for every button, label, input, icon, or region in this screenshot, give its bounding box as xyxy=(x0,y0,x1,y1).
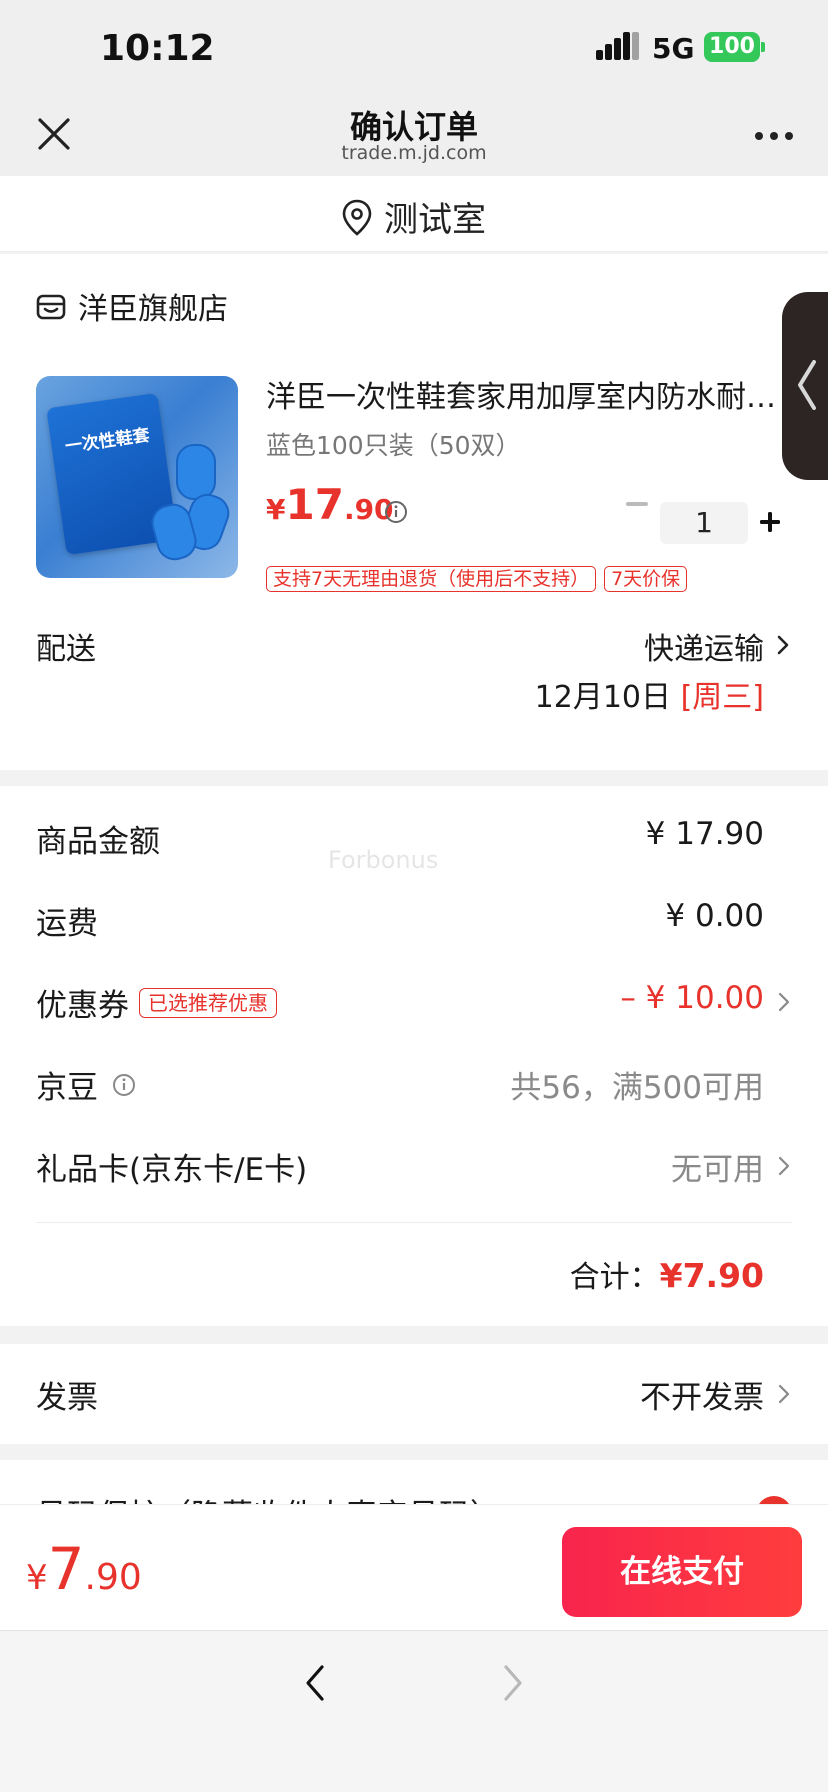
giftcard-label[interactable]: 礼品卡(京东卡/E卡) xyxy=(36,1144,307,1189)
product-title[interactable]: 洋臣一次性鞋套家用加厚室内防水耐… xyxy=(266,372,782,416)
coupon-row[interactable]: 优惠券 已选推荐优惠 xyxy=(36,980,277,1025)
more-icon[interactable] xyxy=(754,130,794,142)
divider xyxy=(36,1222,792,1223)
product-thumbnail[interactable]: 一次性鞋套 xyxy=(36,376,238,578)
watermark: Forbonus xyxy=(328,846,439,874)
back-arrow-icon[interactable] xyxy=(304,1663,326,1703)
page-domain: trade.m.jd.com xyxy=(341,142,487,164)
price-symbol: ¥ xyxy=(266,493,286,526)
store-name: 洋臣旗舰店 xyxy=(78,292,228,327)
info-icon[interactable] xyxy=(112,1073,136,1097)
beans-value: 共56，满500可用 xyxy=(510,1070,764,1106)
decrease-quantity-button[interactable] xyxy=(626,502,648,506)
location-pin-icon xyxy=(342,199,372,236)
delivery-date: 12月10日 [周三] xyxy=(535,672,764,716)
price-integer: 17 xyxy=(285,480,344,529)
coupon-label: 优惠券 xyxy=(36,988,129,1024)
chevron-right-icon[interactable] xyxy=(778,1384,790,1404)
shipping-label: 运费 xyxy=(36,906,98,942)
invoice-value[interactable]: 不开发票 xyxy=(640,1372,764,1417)
signal-icon xyxy=(596,32,639,60)
status-bar: 10:12 5G 100 xyxy=(0,0,828,100)
browser-toolbar xyxy=(0,1630,828,1792)
battery-icon: 100 xyxy=(704,32,760,62)
quantity-field[interactable]: 1 xyxy=(660,502,748,544)
chevron-right-icon[interactable] xyxy=(778,1156,790,1176)
delivery-label: 配送 xyxy=(36,632,96,667)
forward-arrow-icon[interactable] xyxy=(502,1663,524,1703)
price-protect-tag: 7天价保 xyxy=(604,566,688,592)
checkout-bar: ¥7.90 在线支付 xyxy=(0,1504,828,1630)
service-tags: 支持7天无理由退货（使用后不支持） 7天价保 xyxy=(266,566,688,592)
return-policy-tag: 支持7天无理由退货（使用后不支持） xyxy=(266,566,597,592)
top-nav: 确认订单 trade.m.jd.com xyxy=(0,100,828,176)
chevron-right-icon[interactable] xyxy=(778,992,790,1012)
invoice-row[interactable]: 发票 不开发票 xyxy=(0,1344,828,1444)
pay-symbol: ¥ xyxy=(26,1558,48,1598)
price-summary-card: Forbonus 商品金额 ¥ 17.90 运费 ¥ 0.00 优惠券 已选推荐… xyxy=(0,786,828,1326)
delivery-weekday: [周三] xyxy=(680,680,764,715)
order-total: 合计：¥7.90 xyxy=(570,1252,764,1296)
delivery-method[interactable]: 快递运输 xyxy=(644,624,764,668)
pay-decimal: .90 xyxy=(84,1557,142,1598)
beans-row: 京豆 xyxy=(36,1062,136,1107)
address-bar[interactable]: 测试室 xyxy=(0,176,828,252)
chevron-left-icon xyxy=(798,360,816,410)
total-amount: ¥7.90 xyxy=(659,1256,764,1295)
product-spec: 蓝色100只装（50双） xyxy=(266,431,521,460)
address-name: 测试室 xyxy=(384,200,486,240)
giftcard-value[interactable]: 无可用 xyxy=(671,1144,764,1189)
invoice-label: 发票 xyxy=(36,1380,98,1416)
coupon-value[interactable]: – ¥ 10.00 xyxy=(620,980,764,1016)
network-label: 5G xyxy=(652,32,695,65)
beans-label: 京豆 xyxy=(36,1070,98,1106)
side-drawer-tab[interactable] xyxy=(782,292,828,480)
status-time: 10:12 xyxy=(100,28,215,69)
pay-online-button[interactable]: 在线支付 xyxy=(562,1527,802,1617)
store-icon xyxy=(36,294,66,320)
thumb-text: 一次性鞋套 xyxy=(63,425,151,458)
info-icon[interactable] xyxy=(384,500,408,524)
store-header[interactable]: 洋臣旗舰店 xyxy=(36,286,228,327)
address-inner: 测试室 xyxy=(0,192,828,241)
increase-quantity-button[interactable] xyxy=(760,512,780,532)
battery-nub xyxy=(761,42,765,52)
store-card: 洋臣旗舰店 一次性鞋套 洋臣一次性鞋套家用加厚室内防水耐… 蓝色100只装（50… xyxy=(0,254,828,770)
pay-integer: 7 xyxy=(47,1535,85,1603)
items-amount-value: ¥ 17.90 xyxy=(645,816,764,852)
chevron-right-icon[interactable] xyxy=(776,634,790,656)
product-price: ¥17.90 xyxy=(266,480,394,529)
shoe-cover-graphic xyxy=(176,444,216,500)
coupon-badge: 已选推荐优惠 xyxy=(139,987,277,1018)
delivery-date-text: 12月10日 xyxy=(534,680,672,715)
total-label: 合计： xyxy=(569,1260,660,1295)
pay-amount: ¥7.90 xyxy=(26,1535,142,1603)
items-amount-label: 商品金额 xyxy=(36,824,160,860)
shipping-value: ¥ 0.00 xyxy=(665,898,764,934)
